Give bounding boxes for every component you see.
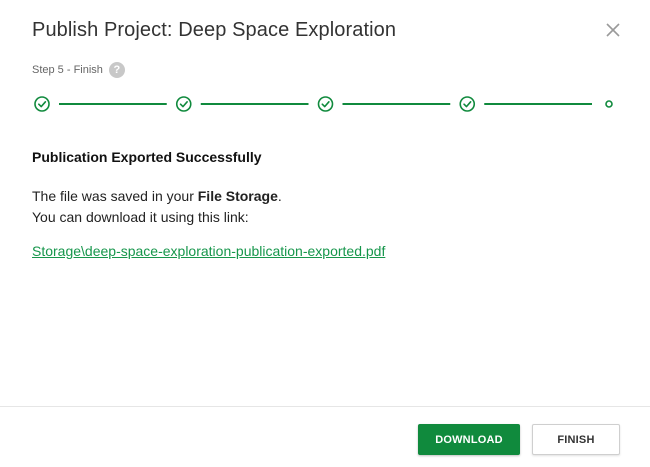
success-message: The file was saved in your File Storage.… [32,186,282,228]
message-line2: You can download it using this link: [32,209,249,225]
success-heading: Publication Exported Successfully [32,149,262,165]
close-icon[interactable] [604,21,622,39]
publish-dialog: Publish Project: Deep Space Exploration … [0,0,650,467]
step-complete-icon [317,96,334,112]
help-icon[interactable]: ? [108,62,125,78]
step-complete-icon [34,96,50,112]
checkmark-icon [321,101,330,108]
step-complete-icon [175,96,192,112]
checkmark-icon [38,101,47,108]
checkmark-icon [179,101,188,108]
step-indicator: Step 5 - Finish ? [32,62,125,78]
message-suffix: . [277,188,282,204]
finish-button[interactable]: FINISH [532,424,620,455]
step-complete-icon [459,96,476,112]
dialog-title: Publish Project: Deep Space Exploration [32,19,397,41]
message-prefix: The file was saved in your [32,188,198,204]
progress-stepper [34,96,613,112]
step-label: Step 5 - Finish [32,64,103,76]
download-link[interactable]: Storage\deep-space-exploration-publicati… [32,243,385,259]
footer-divider [0,406,650,407]
download-button[interactable]: DOWNLOAD [418,424,520,455]
step-current-dot [605,100,613,108]
file-storage-text: File Storage [197,188,278,204]
checkmark-icon [463,101,472,108]
